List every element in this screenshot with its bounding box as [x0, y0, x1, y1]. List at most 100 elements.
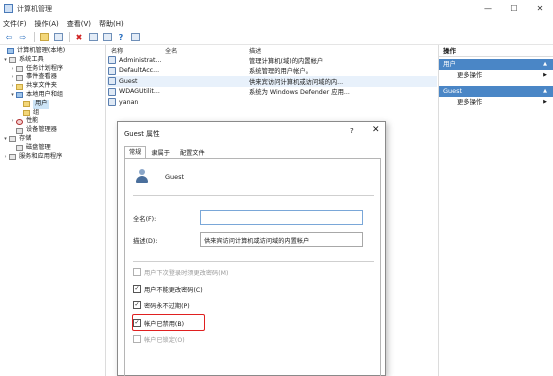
tree-item-users[interactable]: 用户	[0, 99, 105, 109]
tree-item-device-manager[interactable]: 设备管理器	[0, 126, 105, 135]
help-icon[interactable]: ?	[115, 31, 127, 43]
tree-item-disk-management[interactable]: 磁盘管理	[0, 144, 105, 153]
user-icon	[108, 98, 116, 107]
close-button[interactable]: ✕	[527, 0, 553, 17]
title-bar: 计算机管理 — ☐ ✕	[0, 0, 553, 17]
checkbox-must-change-password[interactable]: 用户下次登录时须更改密码(M)	[133, 267, 228, 277]
action-more-actions-guest[interactable]: 更多操作 ▶	[439, 97, 553, 108]
column-header-description[interactable]: 描述	[249, 46, 261, 55]
action-link-label: 更多操作	[457, 99, 483, 106]
tools-icon	[9, 57, 16, 64]
up-folder-icon[interactable]	[38, 31, 50, 43]
menu-file[interactable]: 文件(F)	[3, 19, 27, 29]
action-group-users[interactable]: 用户 ▲	[439, 59, 553, 70]
clock-icon	[16, 65, 23, 72]
checkbox-account-locked[interactable]: 帐户已锁定(O)	[133, 334, 185, 344]
checkbox-label: 密码永不过期(P)	[144, 302, 190, 310]
actions-pane: 操作 用户 ▲ 更多操作 ▶ Guest ▲ 更多操作 ▶	[438, 45, 553, 376]
computer-icon	[7, 48, 14, 55]
checkbox-label: 用户不能更改密码(C)	[144, 286, 203, 294]
list-row-administrator[interactable]: Administrat... 管理计算机(域)的内置帐户	[107, 55, 437, 66]
minimize-button[interactable]: —	[475, 0, 501, 17]
collapse-icon[interactable]: ▲	[543, 59, 547, 70]
username-display: Guest	[165, 173, 185, 181]
tree-item-computer-management[interactable]: 计算机管理(本地)	[0, 47, 105, 56]
list-header: 名称 全名 描述	[107, 45, 437, 55]
user-name: Guest	[119, 77, 138, 85]
chevron-right-icon[interactable]: ›	[9, 82, 16, 91]
fullname-field[interactable]	[200, 210, 363, 225]
shared-folder-icon	[16, 83, 23, 90]
menu-action[interactable]: 操作(A)	[35, 19, 59, 29]
services-icon	[9, 153, 16, 160]
user-icon	[108, 56, 116, 65]
fullname-label: 全名(F):	[133, 216, 157, 223]
storage-icon	[9, 136, 16, 143]
back-arrow-icon[interactable]: ⇦	[3, 31, 15, 43]
maximize-button[interactable]: ☐	[501, 0, 527, 17]
disk-icon	[16, 145, 23, 152]
export-list-icon[interactable]	[101, 31, 113, 43]
checkbox-password-never-expires[interactable]: ✓ 密码永不过期(P)	[133, 300, 190, 310]
menu-view[interactable]: 查看(V)	[67, 19, 91, 29]
computer-management-icon	[4, 4, 13, 13]
chevron-right-icon[interactable]: ›	[2, 153, 9, 162]
user-name: yanan	[119, 98, 139, 106]
action-group-guest[interactable]: Guest ▲	[439, 86, 553, 97]
list-row-guest[interactable]: Guest 供来宾访问计算机或访问域的内...	[107, 76, 437, 87]
window-title: 计算机管理	[17, 4, 52, 13]
tree-item-system-tools[interactable]: ▾ 系统工具	[0, 56, 105, 65]
user-description: 系统管理的用户帐户。	[249, 68, 312, 76]
tree-item-performance[interactable]: › 性能	[0, 117, 105, 126]
delete-icon[interactable]: ✖	[73, 31, 85, 43]
forward-arrow-icon[interactable]: ⇨	[17, 31, 29, 43]
navigation-tree: 计算机管理(本地) ▾ 系统工具 › 任务计划程序 › 事件查看器 › 共享文件…	[0, 45, 106, 376]
user-icon	[108, 87, 116, 96]
user-icon	[108, 66, 116, 75]
list-row-defaultaccount[interactable]: DefaultAcc... 系统管理的用户帐户。	[107, 66, 437, 77]
show-action-pane-icon[interactable]	[129, 31, 141, 43]
description-field[interactable]: 供来宾访问计算机或访问域的内置帐户	[200, 232, 363, 247]
event-log-icon	[16, 74, 23, 81]
chevron-right-icon[interactable]: ›	[9, 65, 16, 74]
chevron-down-icon[interactable]: ▾	[9, 91, 16, 100]
dialog-title: Guest 属性	[124, 130, 160, 138]
list-row-yanan[interactable]: yanan	[107, 97, 437, 108]
folder-icon	[23, 101, 30, 108]
action-group-label: 用户	[443, 60, 456, 68]
tree-item-storage[interactable]: ▾ 存储	[0, 135, 105, 144]
show-hide-tree-icon[interactable]	[52, 31, 64, 43]
action-more-actions-users[interactable]: 更多操作 ▶	[439, 70, 553, 81]
tree-item-services-apps[interactable]: › 服务和应用程序	[0, 153, 105, 162]
tree-item-groups[interactable]: 组	[0, 109, 105, 118]
column-header-name[interactable]: 名称	[111, 46, 123, 55]
chevron-right-icon[interactable]: ›	[9, 73, 16, 82]
user-name: WDAGUtilit...	[119, 88, 160, 96]
checkbox-box[interactable]: ✓	[133, 285, 141, 293]
checkbox-box[interactable]	[133, 268, 141, 276]
divider	[133, 195, 374, 196]
list-row-wdagutility[interactable]: WDAGUtilit... 系统为 Windows Defender 应用...	[107, 87, 437, 98]
dialog-close-button[interactable]: ✕	[372, 125, 380, 135]
checkbox-cannot-change-password[interactable]: ✓ 用户不能更改密码(C)	[133, 284, 203, 294]
tree-item-event-viewer[interactable]: › 事件查看器	[0, 73, 105, 82]
menu-help[interactable]: 帮助(H)	[99, 19, 124, 29]
action-group-label: Guest	[443, 87, 463, 95]
folder-icon	[23, 109, 30, 116]
properties-icon[interactable]	[87, 31, 99, 43]
column-header-fullname[interactable]: 全名	[165, 46, 177, 55]
tree-item-local-users-groups[interactable]: ▾ 本地用户和组	[0, 91, 105, 100]
collapse-icon[interactable]: ▲	[543, 86, 547, 97]
guest-properties-dialog: Guest 属性 ? ✕ 常规 隶属于 配置文件 Guest 全名(F): 描述…	[117, 121, 386, 376]
user-name: DefaultAcc...	[119, 67, 160, 75]
checkbox-box[interactable]	[133, 335, 141, 343]
dialog-help-button[interactable]: ?	[350, 127, 354, 135]
checkbox-box[interactable]: ✓	[133, 301, 141, 309]
chevron-down-icon[interactable]: ▾	[2, 56, 9, 65]
chevron-right-icon[interactable]: ›	[9, 117, 16, 126]
description-label: 描述(D):	[133, 238, 158, 245]
tree-item-shared-folders[interactable]: › 共享文件夹	[0, 82, 105, 91]
action-link-label: 更多操作	[457, 72, 483, 79]
user-description: 管理计算机(域)的内置帐户	[249, 57, 324, 65]
chevron-down-icon[interactable]: ▾	[2, 135, 9, 144]
